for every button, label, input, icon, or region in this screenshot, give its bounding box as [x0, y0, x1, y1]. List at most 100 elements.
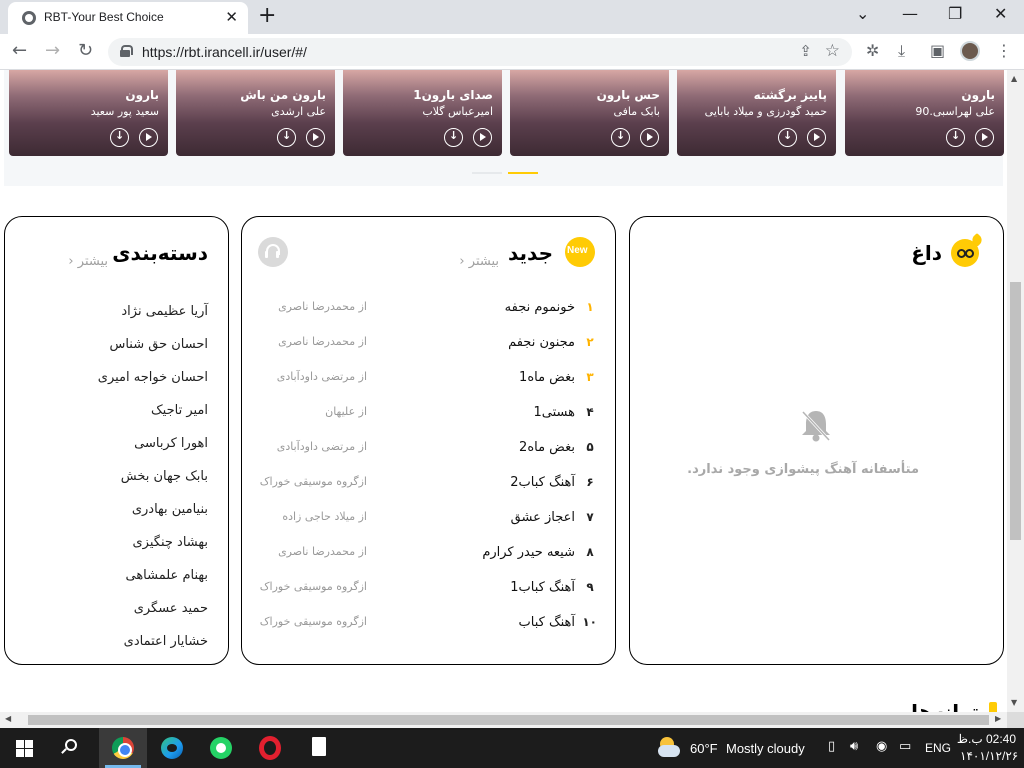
song-title[interactable]: اعجاز عشق — [511, 510, 575, 525]
song-title[interactable]: آهنگ کباب2 — [510, 475, 575, 490]
weather-desc[interactable]: Mostly cloudy — [726, 741, 805, 756]
horizontal-scrollbar[interactable]: ◀ ▶ — [0, 712, 1007, 728]
volume-icon[interactable]: 🔊︎ — [850, 739, 858, 754]
close-window-button[interactable]: ✕ — [994, 4, 1007, 23]
tab-search-dropdown-icon[interactable]: ⌄ — [856, 4, 869, 23]
list-item[interactable]: ۲ مجنون نجفم از محمدرضا ناصری — [257, 335, 597, 359]
scrollbar-thumb[interactable] — [28, 715, 989, 725]
forward-button[interactable]: → — [45, 40, 60, 61]
minimize-button[interactable]: — — [902, 4, 918, 23]
list-item[interactable]: ۱ خونموم نجفه از محمدرضا ناصری — [257, 300, 597, 324]
bookmark-star-icon[interactable]: ☆ — [825, 41, 840, 61]
category-item[interactable]: بابک جهان بخش — [121, 469, 208, 484]
vertical-scrollbar[interactable]: ▲ ▼ — [1007, 70, 1024, 712]
category-item[interactable]: بهنام علمشاهی — [125, 568, 208, 583]
camera-icon[interactable]: ◉ — [876, 739, 887, 754]
clock-date[interactable]: ۱۴۰۱/۱۲/۲۶ — [960, 749, 1018, 763]
new-more-link[interactable]: بیشتر ‹ — [459, 254, 499, 269]
list-item[interactable]: ۴ هستی1 از علیهان — [257, 405, 597, 429]
scrollbar-thumb[interactable] — [1010, 282, 1021, 540]
start-button[interactable] — [0, 728, 48, 768]
profile-avatar[interactable] — [960, 41, 980, 61]
category-item[interactable]: آریا عظیمی نژاد — [121, 304, 208, 319]
rank-number: ۳ — [586, 370, 594, 384]
reload-button[interactable]: ↻ — [78, 40, 93, 61]
download-icon[interactable] — [110, 128, 129, 147]
categories-more-link[interactable]: بیشتر ‹ — [68, 254, 108, 269]
category-item[interactable]: بنیامین بهادری — [132, 502, 208, 517]
song-title[interactable]: خونموم نجفه — [505, 300, 575, 315]
carousel-card[interactable]: پاییز برگشته حمید گودرزی و میلاد بابایی — [677, 70, 836, 156]
scroll-left-arrow-icon[interactable]: ◀ — [5, 714, 11, 723]
share-icon[interactable]: ⇪ — [799, 42, 812, 60]
download-icon[interactable] — [277, 128, 296, 147]
download-icon[interactable] — [611, 128, 630, 147]
battery-icon[interactable]: ▯ — [828, 739, 835, 754]
song-title[interactable]: آهنگ کباب1 — [510, 580, 575, 595]
carousel-dot-active[interactable] — [508, 172, 538, 174]
download-icon[interactable] — [778, 128, 797, 147]
language-indicator[interactable]: ENG — [925, 741, 951, 755]
url-text[interactable]: https://rbt.irancell.ir/user/#/ — [142, 44, 307, 60]
address-bar[interactable]: https://rbt.irancell.ir/user/#/ ⇪ ☆ — [108, 38, 852, 66]
side-panel-icon[interactable]: ▣ — [930, 41, 945, 60]
play-icon[interactable] — [975, 128, 994, 147]
carousel-card[interactable]: بارون سعید پور سعید — [9, 70, 168, 156]
headphones-icon[interactable] — [258, 237, 288, 267]
song-title[interactable]: آهنگ کباب — [519, 615, 575, 630]
scroll-down-arrow-icon[interactable]: ▼ — [1011, 698, 1017, 707]
chrome-taskbar-button[interactable] — [99, 728, 147, 768]
song-title[interactable]: بغض ماه2 — [519, 440, 575, 455]
list-item[interactable]: ۹ آهنگ کباب1 ازگروه موسیقی خوراک — [257, 580, 597, 604]
edge-taskbar-button[interactable] — [148, 728, 196, 768]
carousel-dot[interactable] — [472, 172, 502, 174]
play-icon[interactable] — [640, 128, 659, 147]
back-button[interactable]: ← — [12, 40, 27, 61]
new-tab-button[interactable]: + — [258, 3, 276, 28]
song-title[interactable]: مجنون نجفم — [508, 335, 575, 350]
carousel-card[interactable]: بارون علی لهراسبی.90 — [845, 70, 1004, 156]
download-icon[interactable]: ⤓ — [898, 41, 905, 61]
scroll-up-arrow-icon[interactable]: ▲ — [1011, 74, 1017, 83]
browser-tab[interactable]: RBT-Your Best Choice ✕ — [8, 2, 248, 34]
network-icon[interactable]: ▭ — [899, 739, 911, 754]
opera-taskbar-button[interactable] — [246, 728, 294, 768]
list-item[interactable]: ۱۰ آهنگ کباب ازگروه موسیقی خوراک — [257, 615, 597, 639]
song-title[interactable]: هستی1 — [534, 405, 576, 420]
list-item[interactable]: ۳ بغض ماه1 از مرتضی داودآبادی — [257, 370, 597, 394]
whatsapp-taskbar-button[interactable] — [197, 728, 245, 768]
search-button[interactable] — [48, 728, 96, 768]
extensions-icon[interactable]: ✲ — [866, 41, 879, 60]
song-title[interactable]: بغض ماه1 — [519, 370, 575, 385]
category-item[interactable]: امیر تاجیک — [151, 403, 208, 418]
category-item[interactable]: حمید عسگری — [134, 601, 208, 616]
download-icon[interactable] — [946, 128, 965, 147]
category-item[interactable]: احسان حق شناس — [109, 337, 208, 352]
song-title[interactable]: شیعه حیدر کرارم — [482, 545, 575, 560]
carousel-card[interactable]: حس بارون بابک مافی — [510, 70, 669, 156]
category-item[interactable]: اهورا کرباسی — [134, 436, 208, 451]
clock-time[interactable]: 02:40 ب.ظ — [957, 732, 1016, 746]
category-item[interactable]: خشایار اعتمادی — [124, 634, 208, 649]
category-item[interactable]: احسان خواجه امیری — [98, 370, 208, 385]
list-item[interactable]: ۷ اعجاز عشق از میلاد حاجی زاده — [257, 510, 597, 534]
play-icon[interactable] — [473, 128, 492, 147]
weather-temp[interactable]: 60°F — [690, 741, 718, 756]
carousel-card[interactable]: بارون من باش علی ارشدی — [176, 70, 335, 156]
list-item[interactable]: ۶ آهنگ کباب2 ازگروه موسیقی خوراک — [257, 475, 597, 499]
close-tab-icon[interactable]: ✕ — [225, 8, 238, 26]
play-icon[interactable] — [306, 128, 325, 147]
category-item[interactable]: بهشاد چنگیزی — [133, 535, 209, 550]
restore-button[interactable]: ❐ — [948, 4, 962, 23]
list-item[interactable]: ۵ بغض ماه2 از مرتضی داودآبادی — [257, 440, 597, 464]
lock-icon[interactable] — [120, 45, 133, 57]
menu-icon[interactable]: ⋮ — [996, 41, 1012, 60]
file-taskbar-button[interactable] — [295, 728, 343, 768]
weather-cloudy-icon[interactable] — [656, 737, 682, 759]
play-icon[interactable] — [807, 128, 826, 147]
download-icon[interactable] — [444, 128, 463, 147]
carousel-card[interactable]: صدای بارون1 امیرعباس گلاب — [343, 70, 502, 156]
list-item[interactable]: ۸ شیعه حیدر کرارم از محمدرضا ناصری — [257, 545, 597, 569]
play-icon[interactable] — [139, 128, 158, 147]
scroll-right-arrow-icon[interactable]: ▶ — [995, 714, 1001, 723]
